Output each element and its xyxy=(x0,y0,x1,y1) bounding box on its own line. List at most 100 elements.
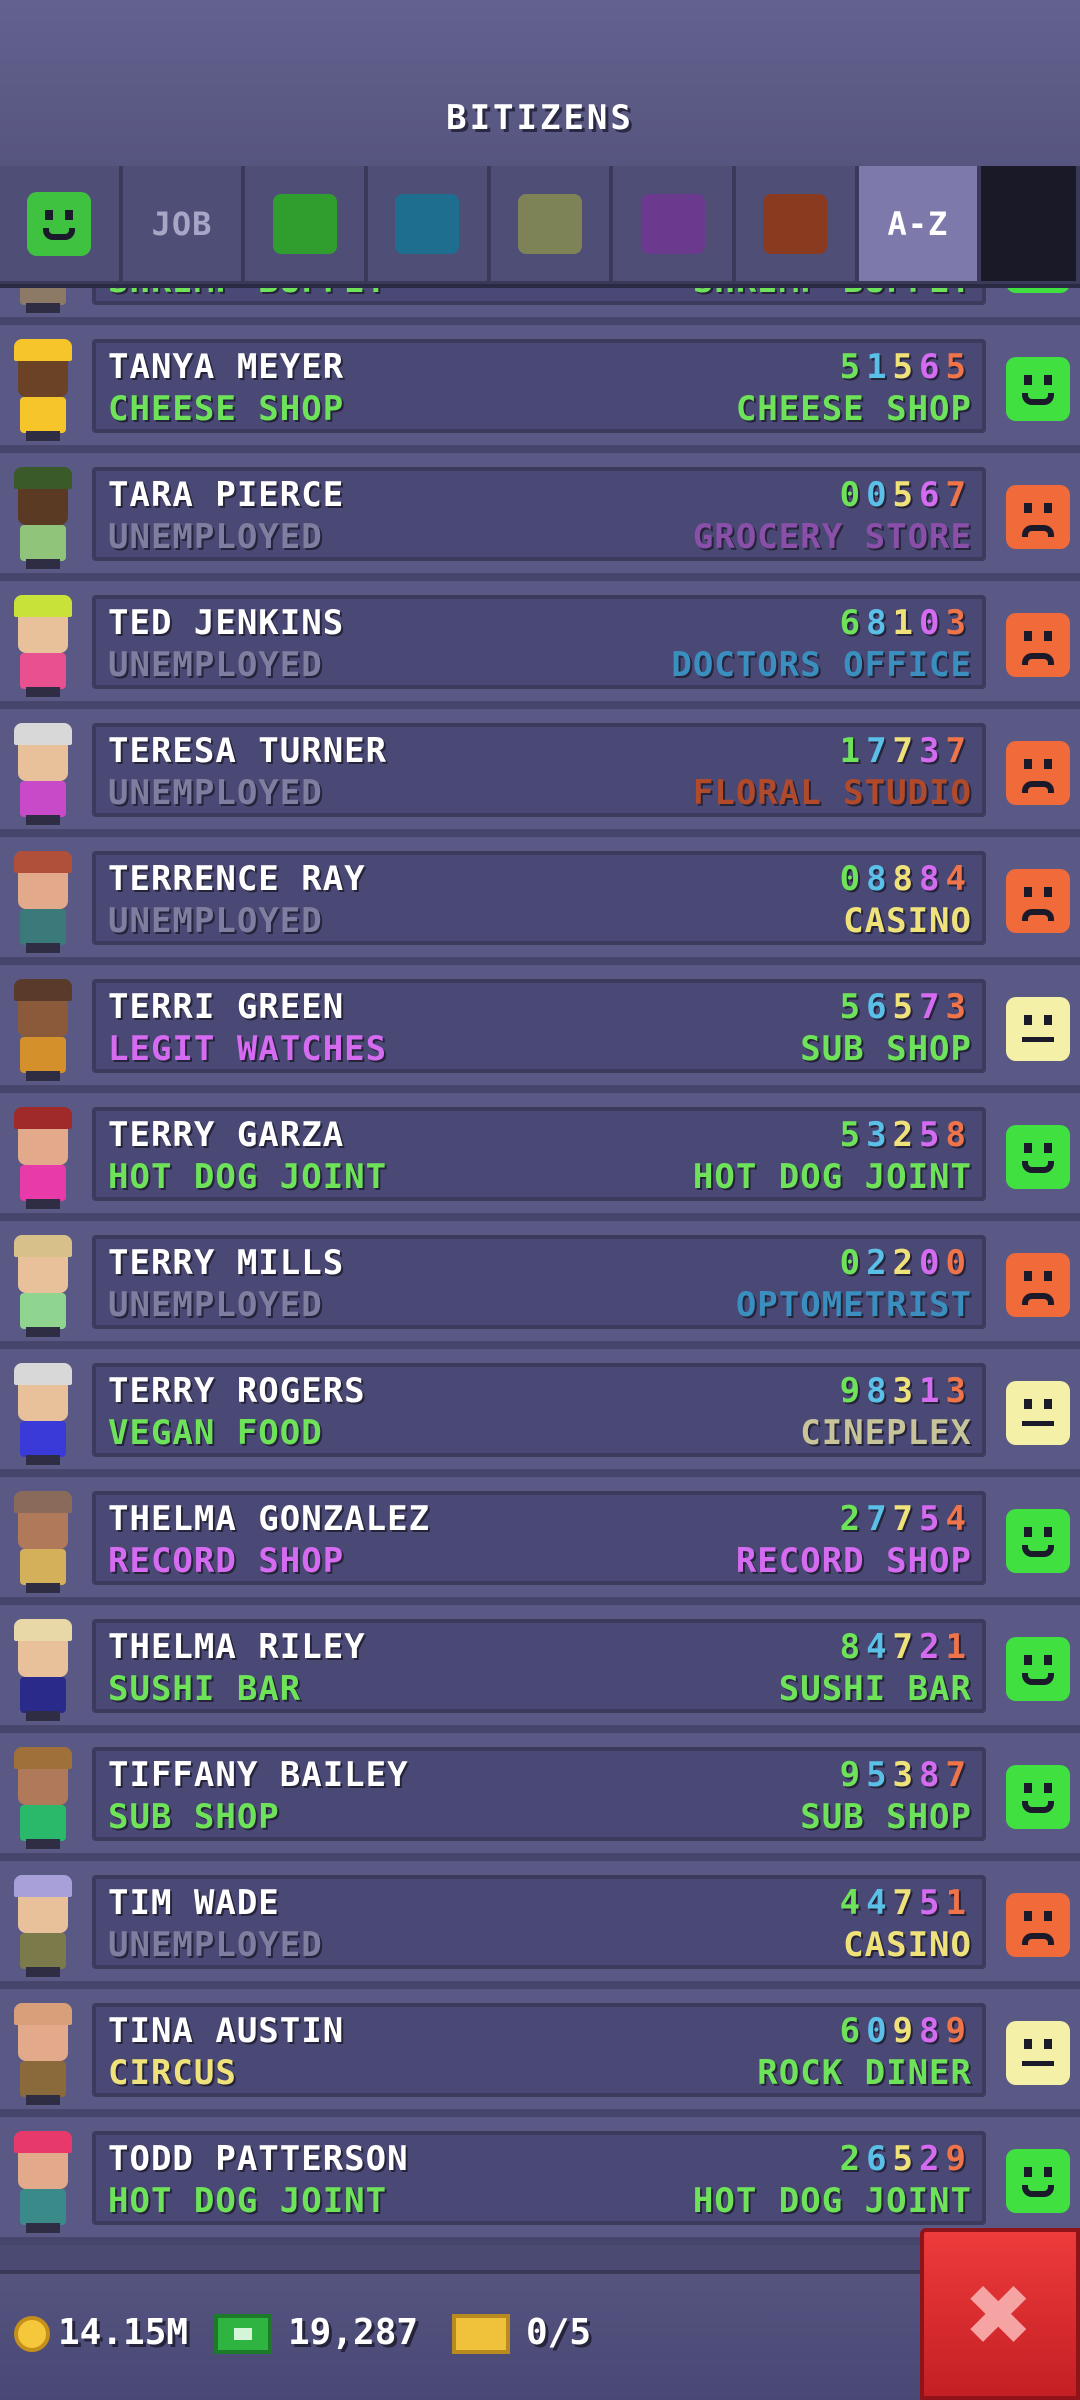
bitizen-name: THELMA GONZALEZ xyxy=(108,1499,431,1539)
skill-digit: 6 xyxy=(839,603,867,643)
tab-category-green[interactable] xyxy=(245,166,367,284)
list-item[interactable]: TERRY ROGERS VEGAN FOOD 98313 CINEPLEX xyxy=(0,1349,1080,1477)
bitizen-list[interactable]: TANYA GONZALEZSHRIMP BUFFET92655SHRIMP B… xyxy=(0,288,1080,2270)
bitizen-card[interactable]: TINA AUSTIN CIRCUS 60989 ROCK DINER xyxy=(92,2003,986,2097)
skill-digit: 9 xyxy=(945,2011,972,2051)
skill-digit: 1 xyxy=(839,731,867,771)
skill-digit: 0 xyxy=(919,1243,946,1283)
tab-mood[interactable] xyxy=(0,166,122,284)
skill-ratings: 53258 xyxy=(840,1115,972,1155)
bitizen-card[interactable]: TANYA MEYER CHEESE SHOP 51565 CHEESE SHOP xyxy=(92,339,986,433)
list-item[interactable]: TERRY GARZA HOT DOG JOINT 53258 HOT DOG JOI… xyxy=(0,1093,1080,1221)
color-swatch-icon xyxy=(763,193,828,254)
avatar xyxy=(6,288,86,315)
list-item[interactable]: TARA PIERCE UNEMPLOYED 00567 GROCERY STORE xyxy=(0,453,1080,581)
bitizen-dream-job: FLORAL STUDIO xyxy=(692,773,972,813)
bitizen-job: CIRCUS xyxy=(108,2053,237,2093)
bitizen-job: UNEMPLOYED xyxy=(108,1285,323,1325)
skill-ratings: 08884 xyxy=(840,859,972,899)
bitizen-job: CHEESE SHOP xyxy=(108,389,345,429)
bitizen-card[interactable]: THELMA GONZALEZ RECORD SHOP 27754 RECORD SH… xyxy=(92,1491,986,1585)
bitizen-job: SUSHI BAR xyxy=(108,1669,302,1709)
list-item[interactable]: TINA AUSTIN CIRCUS 60989 ROCK DINER xyxy=(0,1989,1080,2117)
list-item[interactable]: TIM WADE UNEMPLOYED 44751 CASINO xyxy=(0,1861,1080,1989)
skill-digit: 4 xyxy=(945,859,972,899)
list-item[interactable]: TED JENKINS UNEMPLOYED 68103 DOCTORS OFFICE xyxy=(0,581,1080,709)
bitizen-card[interactable]: TERRI GREEN LEGIT WATCHES 56573 SUB SHOP xyxy=(92,979,986,1073)
bitizen-card[interactable]: TIFFANY BAILEY SUB SHOP 95387 SUB SHOP xyxy=(92,1747,986,1841)
tab-alphabetical-label: A-Z xyxy=(887,204,949,243)
bitizen-card[interactable]: TIM WADE UNEMPLOYED 44751 CASINO xyxy=(92,1875,986,1969)
bitizen-name: TERRY GARZA xyxy=(108,1115,345,1155)
skill-digit: 5 xyxy=(839,347,867,387)
bitizen-dream-job: GROCERY STORE xyxy=(692,517,972,557)
skill-digit: 1 xyxy=(866,347,893,387)
color-swatch-icon xyxy=(640,193,705,254)
coins-count: 14.15M xyxy=(58,2312,189,2353)
tab-alphabetical[interactable]: A-Z xyxy=(858,166,981,284)
list-item[interactable]: TANYA MEYER CHEESE SHOP 51565 CHEESE SHOP xyxy=(0,325,1080,453)
skill-digit: 6 xyxy=(866,987,893,1027)
skill-ratings: 68103 xyxy=(840,603,972,643)
bitizen-card[interactable]: TED JENKINS UNEMPLOYED 68103 DOCTORS OFFICE xyxy=(92,595,986,689)
vip-ticket-icon xyxy=(452,2314,510,2354)
bitizen-card[interactable]: TERESA TURNER UNEMPLOYED 17737 FLORAL STUDI… xyxy=(92,723,986,817)
skill-digit: 8 xyxy=(919,2011,946,2051)
tab-category-purple[interactable] xyxy=(613,166,735,284)
happy-face-icon xyxy=(1006,2149,1070,2213)
avatar xyxy=(6,1615,86,1723)
list-item[interactable]: TERESA TURNER UNEMPLOYED 17737 FLORAL STUDI… xyxy=(0,709,1080,837)
avatar xyxy=(6,1999,86,2107)
skill-ratings: 17737 xyxy=(840,731,972,771)
skill-digit: 7 xyxy=(945,731,972,771)
skill-digit: 3 xyxy=(945,603,972,643)
list-item[interactable]: TIFFANY BAILEY SUB SHOP 95387 SUB SHOP xyxy=(0,1733,1080,1861)
list-item[interactable]: TERRI GREEN LEGIT WATCHES 56573 SUB SHOP xyxy=(0,965,1080,1093)
bottom-bar: 14.15M 19,287 0/5 xyxy=(0,2270,1080,2400)
skill-digit: 3 xyxy=(892,1371,920,1411)
list-item[interactable]: THELMA GONZALEZ RECORD SHOP 27754 RECORD SH… xyxy=(0,1477,1080,1605)
bitizen-card[interactable]: TERRENCE RAY UNEMPLOYED 08884 CASINO xyxy=(92,851,986,945)
list-item[interactable]: TERRY MILLS UNEMPLOYED 02200 OPTOMETRIST xyxy=(0,1221,1080,1349)
skill-digit: 6 xyxy=(839,2011,867,2051)
sad-face-icon xyxy=(1006,1253,1070,1317)
tab-category-blue[interactable] xyxy=(367,166,490,284)
bitizen-job: HOT DOG JOINT xyxy=(108,2181,388,2221)
bitizen-job: UNEMPLOYED xyxy=(108,901,323,941)
tab-job[interactable]: JOB xyxy=(122,166,245,284)
tab-category-olive[interactable] xyxy=(490,166,613,284)
skill-digit: 2 xyxy=(839,1499,867,1539)
bitizen-card[interactable]: TANYA GONZALEZSHRIMP BUFFET92655SHRIMP B… xyxy=(92,288,986,305)
avatar xyxy=(6,463,86,571)
bitizen-card[interactable]: TERRY MILLS UNEMPLOYED 02200 OPTOMETRIST xyxy=(92,1235,986,1329)
list-item[interactable]: TODD PATTERSON HOT DOG JOINT 26529 HOT DOG … xyxy=(0,2117,1080,2245)
tab-category-brown[interactable] xyxy=(735,166,858,284)
skill-digit: 6 xyxy=(919,475,946,515)
bitizen-card[interactable]: TERRY ROGERS VEGAN FOOD 98313 CINEPLEX xyxy=(92,1363,986,1457)
skill-digit: 9 xyxy=(839,1755,867,1795)
happy-face-icon xyxy=(1006,1637,1070,1701)
skill-digit: 4 xyxy=(839,1883,867,1923)
bitizen-card[interactable]: TERRY GARZA HOT DOG JOINT 53258 HOT DOG JOI… xyxy=(92,1107,986,1201)
bitizen-card[interactable]: TODD PATTERSON HOT DOG JOINT 26529 HOT DOG … xyxy=(92,2131,986,2225)
close-button[interactable]: ✖ xyxy=(920,2228,1080,2400)
bitizen-name: TERRY MILLS xyxy=(108,1243,345,1283)
bitizen-name: TED JENKINS xyxy=(108,603,345,643)
bitizen-card[interactable]: TARA PIERCE UNEMPLOYED 00567 GROCERY STORE xyxy=(92,467,986,561)
sad-face-icon xyxy=(1006,869,1070,933)
skill-ratings: 00567 xyxy=(840,475,972,515)
tab-overflow[interactable] xyxy=(981,166,1079,284)
filter-tabs: JOB A-Z xyxy=(0,166,1080,288)
avatar xyxy=(6,1103,86,1211)
bitizen-name: TINA AUSTIN xyxy=(108,2011,345,2051)
skill-ratings: 84721 xyxy=(840,1627,972,1667)
bitizen-card[interactable]: THELMA RILEY SUSHI BAR 84721 SUSHI BAR xyxy=(92,1619,986,1713)
skill-digit: 1 xyxy=(919,1371,946,1411)
neutral-face-icon xyxy=(1006,997,1070,1061)
skill-digit: 0 xyxy=(945,1243,972,1283)
list-item[interactable]: TANYA GONZALEZSHRIMP BUFFET92655SHRIMP B… xyxy=(0,288,1080,325)
skill-digit: 0 xyxy=(866,2011,893,2051)
list-item[interactable]: THELMA RILEY SUSHI BAR 84721 SUSHI BAR xyxy=(0,1605,1080,1733)
skill-digit: 6 xyxy=(866,2139,893,2179)
list-item[interactable]: TERRENCE RAY UNEMPLOYED 08884 CASINO xyxy=(0,837,1080,965)
